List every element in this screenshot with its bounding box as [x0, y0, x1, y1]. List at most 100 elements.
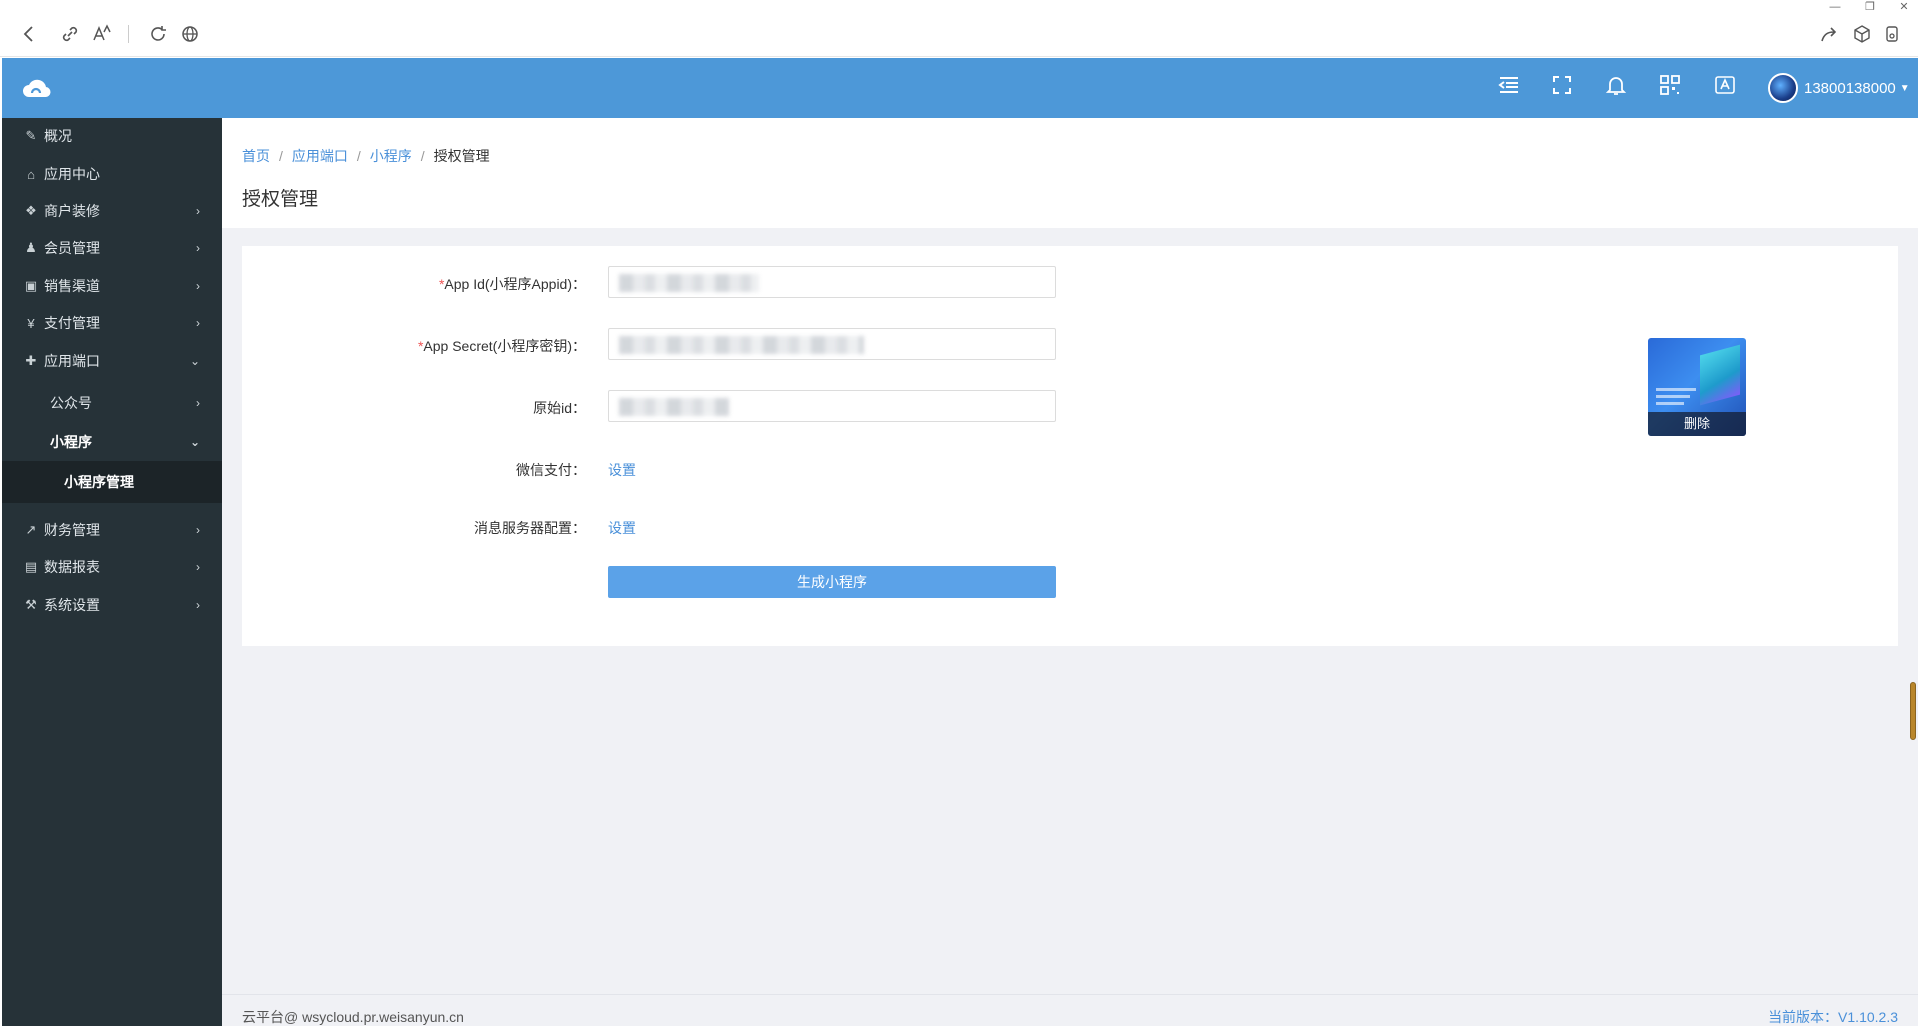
- sidebar-item-overview[interactable]: ✎ 概况: [2, 118, 222, 154]
- origin-id-label: 原始id：: [533, 400, 586, 416]
- chevron-right-icon: ›: [196, 204, 200, 218]
- message-server-settings-link[interactable]: 设置: [608, 518, 636, 538]
- qrcode-icon[interactable]: [1655, 73, 1685, 103]
- caret-down-icon: ▼: [1899, 82, 1910, 94]
- share-icon[interactable]: [1818, 22, 1842, 46]
- breadcrumb-home[interactable]: 首页: [242, 148, 270, 164]
- wxpay-label: 微信支付：: [516, 462, 586, 478]
- chevron-right-icon: ›: [196, 396, 200, 410]
- version: 当前版本：V1.10.2.3: [1768, 1009, 1898, 1025]
- message-server-label: 消息服务器配置：: [474, 520, 586, 536]
- user-menu[interactable]: 13800138000 ▼: [1768, 71, 1910, 105]
- page-title: 授权管理: [242, 189, 319, 210]
- sidebar-item-label: 小程序管理: [64, 474, 134, 490]
- home-icon: ⌂: [27, 166, 35, 182]
- chevron-right-icon: ›: [196, 316, 200, 330]
- breadcrumb: 首页 / 应用端口 / 小程序 / 授权管理: [242, 148, 490, 164]
- chevron-right-icon: ›: [196, 241, 200, 255]
- delete-image-button[interactable]: 删除: [1648, 412, 1746, 436]
- reader-font-icon[interactable]: [90, 22, 114, 46]
- sidebar-item-label: 商户装修: [44, 203, 100, 219]
- sidebar-item-label: 会员管理: [44, 240, 100, 256]
- sidebar: ✎ 概况 ⌂ 应用中心 ❖ 商户装修 › ♟ 会员管理 › ▣ 销售渠道 › ¥…: [2, 118, 222, 1026]
- restore-icon[interactable]: ❐: [1860, 0, 1880, 14]
- mini-program-thumbnail: 删除: [1648, 338, 1746, 436]
- sidebar-item-label: 小程序: [50, 434, 92, 450]
- refresh-icon[interactable]: [146, 22, 170, 46]
- sidebar-item-app-center[interactable]: ⌂ 应用中心: [2, 156, 222, 192]
- app-header: 13800138000 ▼: [2, 58, 1918, 118]
- cubes-icon: ❖: [25, 203, 37, 218]
- sidebar-item-payments[interactable]: ¥ 支付管理 ›: [2, 305, 222, 341]
- close-icon[interactable]: ✕: [1894, 0, 1914, 14]
- secret-label-text: App Secret(小程序密钥)：: [423, 338, 586, 354]
- bell-icon[interactable]: [1601, 73, 1631, 103]
- sidebar-item-label: 数据报表: [44, 559, 100, 575]
- sidebar-item-app-ports[interactable]: ✚ 应用端口 ⌄: [2, 343, 222, 379]
- sidebar-item-label: 公众号: [50, 395, 92, 411]
- scrollbar-thumb[interactable]: [1910, 682, 1916, 740]
- avatar: [1768, 73, 1798, 103]
- font-a-icon[interactable]: [1710, 73, 1740, 103]
- sidebar-item-mini-program-management[interactable]: 小程序管理: [2, 461, 222, 503]
- generate-mini-program-button[interactable]: 生成小程序: [608, 566, 1056, 598]
- sidebar-item-label: 系统设置: [44, 597, 100, 613]
- fullscreen-icon[interactable]: [1547, 73, 1577, 103]
- cloud-logo-icon[interactable]: [20, 73, 54, 103]
- origin-id-input[interactable]: [608, 390, 1056, 422]
- auth-form-card: *App Id(小程序Appid)： *App Secret(小程序密钥)： 原…: [242, 246, 1898, 646]
- appid-label: *App Id(小程序Appid)：: [266, 274, 586, 294]
- sidebar-item-label: 销售渠道: [44, 278, 100, 294]
- sidebar-item-label: 支付管理: [44, 315, 100, 331]
- minimize-icon[interactable]: —: [1825, 0, 1845, 14]
- sidebar-item-merchant-decoration[interactable]: ❖ 商户装修 ›: [2, 193, 222, 229]
- puzzle-icon: ✚: [25, 353, 37, 368]
- sidebar-item-official-account[interactable]: 公众号 ›: [2, 385, 222, 421]
- app-secret-input[interactable]: [608, 328, 1056, 360]
- sidebar-item-mini-program[interactable]: 小程序 ⌄: [2, 424, 222, 460]
- main-content: 首页 / 应用端口 / 小程序 / 授权管理 授权管理 *App Id(小程序Appid)：…: [222, 118, 1918, 1026]
- sidebar-item-finance[interactable]: ↗ 财务管理 ›: [2, 512, 222, 548]
- line-chart-icon: ↗: [25, 522, 37, 537]
- breadcrumb-mini-program[interactable]: 小程序: [370, 148, 412, 164]
- chevron-right-icon: ›: [196, 279, 200, 293]
- menu-collapse-icon[interactable]: [1494, 73, 1524, 103]
- chevron-down-icon: ⌄: [189, 435, 200, 449]
- cube-icon[interactable]: [1850, 22, 1874, 46]
- username: 13800138000: [1804, 79, 1896, 97]
- chevron-right-icon: ›: [196, 560, 200, 574]
- redacted-value: [619, 398, 729, 416]
- link-icon[interactable]: [58, 22, 82, 46]
- copyright: 云平台@ wsycloud.pr.weisanyun.cn: [242, 1009, 464, 1025]
- breadcrumb-current: 授权管理: [433, 148, 490, 164]
- tools-icon[interactable]: [1880, 22, 1904, 46]
- toolbar-divider: [128, 25, 129, 43]
- money-icon: ▣: [24, 278, 38, 293]
- report-icon: ▤: [24, 559, 38, 574]
- sidebar-item-reports[interactable]: ▤ 数据报表 ›: [2, 549, 222, 585]
- footer: 云平台@ wsycloud.pr.weisanyun.cn 当前版本：V1.10…: [222, 994, 1918, 1026]
- chevron-right-icon: ›: [196, 598, 200, 612]
- redacted-value: [619, 274, 759, 292]
- thumbnail-graphic: [1700, 344, 1740, 406]
- chevron-right-icon: ›: [196, 523, 200, 537]
- sidebar-item-sales-channels[interactable]: ▣ 销售渠道 ›: [2, 268, 222, 304]
- sidebar-item-label: 财务管理: [44, 522, 100, 538]
- redacted-value: [619, 336, 864, 354]
- chevron-down-icon: ⌄: [189, 354, 200, 368]
- breadcrumb-app-ports[interactable]: 应用端口: [292, 148, 348, 164]
- browser-toolbar: — ❐ ✕: [0, 0, 1918, 57]
- edit-icon: ✎: [25, 128, 37, 143]
- wxpay-settings-link[interactable]: 设置: [608, 460, 636, 480]
- sidebar-item-settings[interactable]: ⚒ 系统设置 ›: [2, 587, 222, 623]
- sidebar-item-label: 应用中心: [44, 166, 100, 182]
- users-icon: ♟: [25, 240, 37, 255]
- globe-icon[interactable]: [178, 22, 202, 46]
- sidebar-item-label: 概况: [44, 128, 72, 144]
- appid-input[interactable]: [608, 266, 1056, 298]
- sidebar-item-members[interactable]: ♟ 会员管理 ›: [2, 230, 222, 266]
- page-header: 首页 / 应用端口 / 小程序 / 授权管理 授权管理: [222, 118, 1918, 228]
- appid-label-text: App Id(小程序Appid)：: [444, 276, 586, 292]
- yen-icon: ¥: [27, 315, 35, 331]
- back-icon[interactable]: [17, 22, 41, 46]
